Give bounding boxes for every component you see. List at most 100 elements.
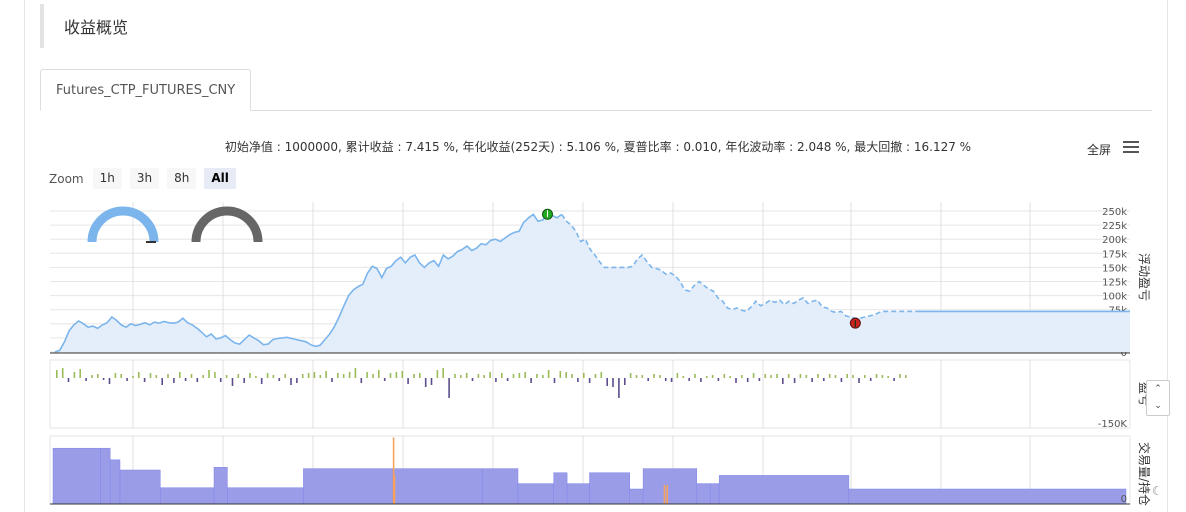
pnl-bar bbox=[108, 378, 111, 384]
pnl-bar bbox=[389, 373, 392, 378]
pnl-bar bbox=[202, 375, 204, 378]
pnl-bar bbox=[401, 371, 404, 378]
volume-block bbox=[100, 447, 111, 505]
pnl-bar bbox=[167, 374, 169, 378]
chevron-up-icon[interactable]: ⌃ bbox=[1147, 381, 1169, 398]
volume-block bbox=[227, 487, 304, 505]
pnl-bar bbox=[588, 378, 591, 383]
pnl-bar bbox=[711, 375, 714, 378]
pnl-bar bbox=[114, 373, 117, 378]
pnl-bar bbox=[752, 373, 755, 378]
pnl-bar bbox=[770, 375, 772, 378]
pnl-bar bbox=[313, 372, 316, 378]
volume-block bbox=[566, 483, 590, 505]
pnl-bar bbox=[787, 374, 790, 378]
pnl-bar bbox=[688, 378, 690, 381]
pnl-bar bbox=[524, 372, 526, 378]
volume-block bbox=[303, 468, 394, 505]
pnl-bar bbox=[255, 376, 257, 378]
pnl-bar bbox=[729, 376, 731, 378]
volume-block bbox=[119, 469, 161, 505]
pnl-bar bbox=[571, 374, 573, 378]
pnl-bar bbox=[208, 370, 210, 378]
pnl-bar bbox=[618, 378, 620, 398]
position-spike bbox=[666, 485, 668, 504]
pnl-bar bbox=[179, 372, 181, 378]
pnl-bar bbox=[852, 375, 854, 378]
scroll-buttons[interactable]: ⌃ ⌄ bbox=[1146, 380, 1170, 416]
position-spike bbox=[393, 475, 396, 504]
pnl-bar bbox=[272, 375, 275, 378]
volume-block bbox=[160, 487, 215, 505]
pnl-bar bbox=[834, 375, 837, 378]
pnl-bar bbox=[577, 378, 579, 382]
pnl-bar bbox=[840, 378, 843, 382]
pnl-bar bbox=[214, 372, 216, 378]
pnl-bar bbox=[260, 378, 263, 384]
pnl-bar bbox=[858, 378, 860, 383]
chevron-down-icon[interactable]: ⌄ bbox=[1147, 398, 1169, 415]
pnl-tick-label: -150K bbox=[1098, 419, 1128, 430]
equity-axis-title: 浮动盈亏 bbox=[1137, 253, 1151, 301]
pnl-bar bbox=[372, 374, 374, 378]
equity-tick-label: 175k bbox=[1102, 249, 1127, 260]
pnl-bar bbox=[419, 373, 421, 378]
volume-block bbox=[213, 467, 228, 505]
pnl-bar bbox=[249, 373, 251, 378]
volume-block bbox=[52, 447, 101, 505]
pnl-bar bbox=[331, 378, 333, 382]
pnl-bar bbox=[512, 374, 515, 378]
pnl-bar bbox=[73, 372, 76, 378]
equity-tick-label: 150k bbox=[1102, 263, 1127, 274]
pnl-bar bbox=[436, 370, 439, 378]
pnl-bar bbox=[629, 373, 632, 378]
pnl-bar bbox=[424, 378, 427, 387]
pnl-bar bbox=[342, 374, 345, 378]
pnl-bar bbox=[366, 372, 368, 378]
pnl-bar bbox=[501, 373, 503, 378]
volume-block bbox=[709, 483, 720, 505]
pnl-bar bbox=[899, 374, 901, 378]
pnl-bar bbox=[360, 378, 363, 383]
pnl-bar bbox=[378, 370, 380, 378]
pnl-bar bbox=[723, 374, 726, 378]
pnl-bar bbox=[348, 372, 351, 378]
equity-tick-label: 250k bbox=[1102, 207, 1127, 218]
pnl-bar bbox=[553, 378, 556, 383]
pnl-bar bbox=[864, 375, 866, 378]
pnl-bar bbox=[85, 378, 87, 381]
pnl-bar bbox=[547, 370, 550, 378]
pnl-bar bbox=[647, 378, 649, 381]
pnl-bar bbox=[653, 374, 655, 378]
pnl-bar bbox=[126, 378, 128, 381]
pnl-bar bbox=[817, 374, 819, 378]
pnl-bar bbox=[506, 378, 509, 381]
pnl-bar bbox=[559, 371, 562, 378]
pnl-bar bbox=[231, 378, 234, 386]
equity-tick-label: 125k bbox=[1102, 278, 1127, 289]
pnl-bar bbox=[91, 375, 93, 378]
volume-block bbox=[718, 475, 850, 505]
pnl-bar bbox=[383, 378, 386, 381]
moon-icon[interactable]: ☾ bbox=[1152, 484, 1163, 498]
pnl-bar bbox=[682, 376, 685, 378]
pnl-bar bbox=[664, 378, 667, 381]
pnl-bar bbox=[694, 374, 696, 378]
equity-tick-label: 100k bbox=[1102, 292, 1127, 303]
pnl-bar bbox=[700, 378, 702, 382]
pnl-bar bbox=[717, 378, 720, 381]
pnl-bar bbox=[354, 368, 357, 378]
pnl-bar bbox=[448, 378, 450, 398]
pnl-bar bbox=[659, 375, 661, 378]
pnl-bar bbox=[542, 375, 544, 378]
pnl-bar bbox=[430, 378, 433, 385]
pnl-bar bbox=[495, 378, 497, 382]
pnl-bar bbox=[881, 375, 884, 378]
pnl-bar bbox=[828, 374, 831, 378]
position-spike bbox=[663, 485, 666, 504]
pnl-bar bbox=[741, 375, 743, 378]
pnl-bar bbox=[319, 375, 322, 378]
pnl-bar bbox=[846, 374, 848, 378]
pnl-bar bbox=[149, 373, 152, 378]
pnl-bar bbox=[583, 373, 585, 378]
